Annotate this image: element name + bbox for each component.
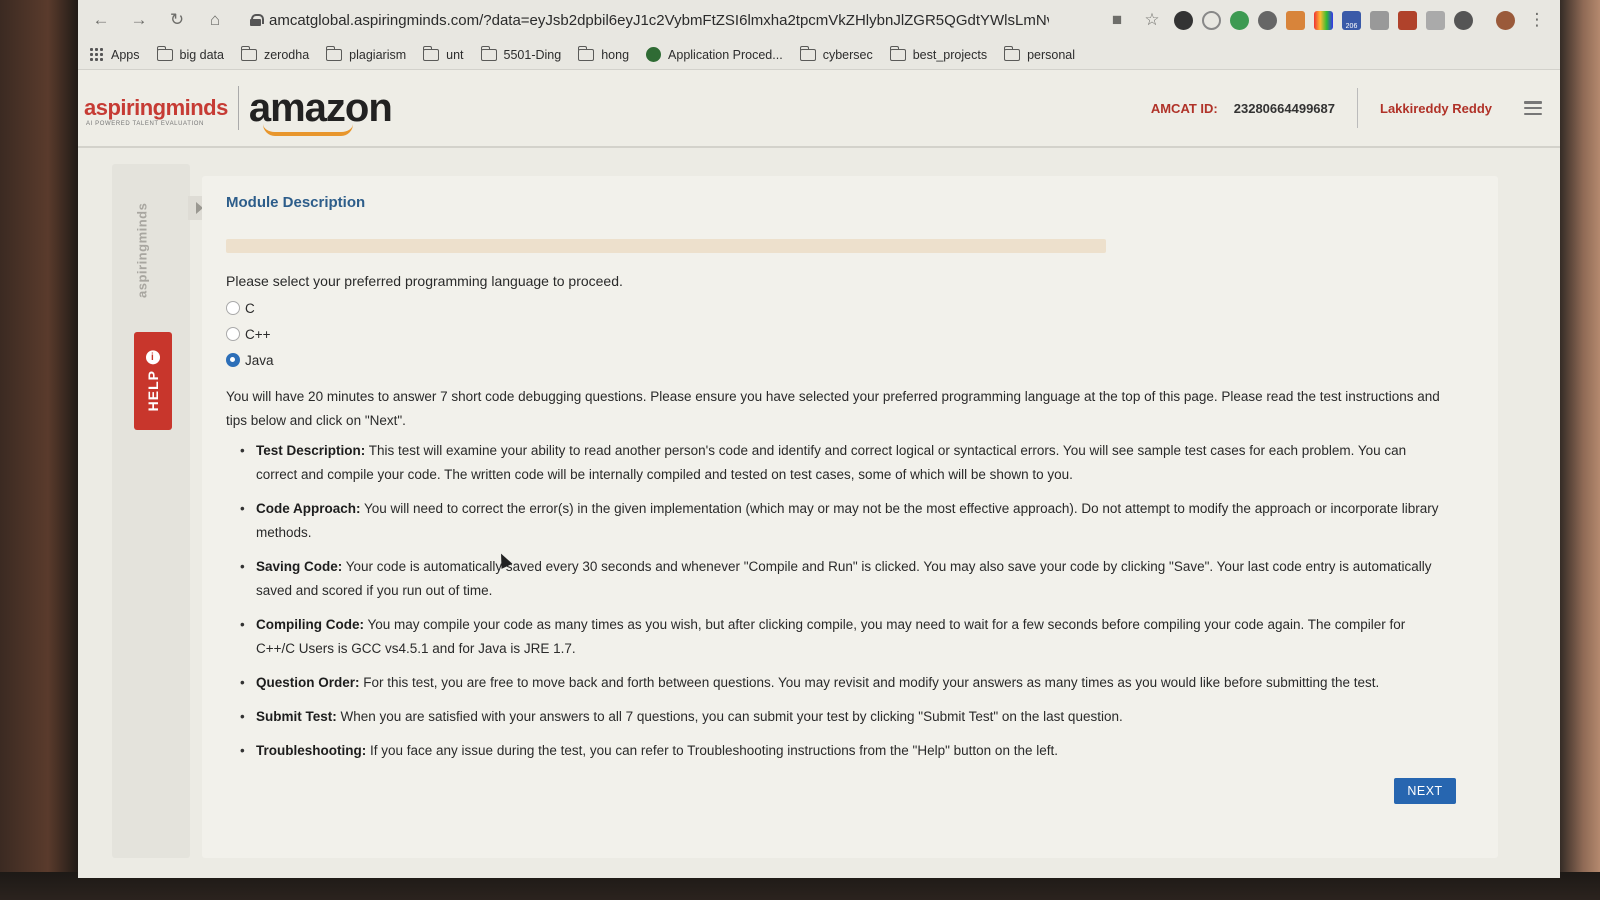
bookmark-folder[interactable]: big data — [156, 45, 224, 62]
amcat-id-label: AMCAT ID: — [1150, 100, 1218, 116]
forward-icon[interactable]: → — [126, 7, 152, 33]
radio-option-c[interactable]: C — [226, 295, 1474, 321]
header-user-info: AMCAT ID: 23280664499687 Lakkireddy Redd… — [1151, 88, 1560, 128]
tips-list: Test Description: This test will examine… — [226, 439, 1446, 763]
extension-icon[interactable] — [1398, 10, 1417, 30]
language-radio-group: C C++ Java — [226, 295, 1474, 373]
bookmarks-bar: Apps big data zerodha plagiarism unt 550… — [78, 40, 1560, 70]
folder-icon — [423, 45, 440, 61]
aspiringminds-logo: aspiringminds AI POWERED TALENT EVALUATI… — [84, 95, 228, 127]
folder-icon — [578, 45, 595, 61]
folder-icon — [1004, 45, 1021, 61]
side-rail: aspiringminds HELP i — [112, 164, 190, 858]
camera-icon[interactable]: ■ — [1104, 7, 1130, 33]
radio-button-selected[interactable] — [226, 353, 240, 367]
screen: ← → ↻ ⌂ amcatglobal.aspiringminds.com/?d… — [78, 0, 1560, 878]
folder-icon — [156, 45, 173, 61]
rail-brand-logo: aspiringminds — [134, 202, 150, 298]
apps-grid-icon — [90, 47, 104, 62]
help-label: HELP — [145, 370, 161, 412]
profile-avatar[interactable] — [1496, 10, 1515, 30]
extension-icon[interactable] — [1314, 10, 1333, 30]
radio-button[interactable] — [226, 327, 240, 341]
radio-option-cpp[interactable]: C++ — [226, 321, 1474, 347]
help-button[interactable]: HELP i — [134, 332, 172, 430]
list-item: Test Description: This test will examine… — [240, 439, 1446, 487]
folder-icon — [480, 45, 497, 61]
bookmark-link[interactable]: Application Proced... — [646, 47, 783, 62]
radio-option-java[interactable]: Java — [226, 347, 1474, 373]
amcat-id-value: 23280664499687 — [1233, 100, 1335, 116]
hamburger-menu-icon[interactable] — [1524, 101, 1542, 115]
extension-icon[interactable] — [1454, 10, 1473, 30]
photo-frame-right — [1558, 0, 1600, 900]
bookmark-folder[interactable]: 5501-Ding — [480, 45, 561, 62]
extension-icon[interactable] — [1258, 10, 1277, 30]
next-button[interactable]: NEXT — [1394, 778, 1456, 804]
list-item: Troubleshooting: If you face any issue d… — [240, 739, 1446, 763]
extension-icon[interactable] — [1370, 10, 1389, 30]
amazon-smile-icon — [262, 124, 353, 136]
folder-icon — [889, 45, 906, 61]
bookmark-folder[interactable]: hong — [578, 45, 629, 62]
page-title: Module Description — [226, 194, 366, 211]
bookmark-folder[interactable]: cybersec — [799, 45, 873, 62]
bookmark-folder[interactable]: zerodha — [240, 45, 309, 62]
folder-icon — [799, 45, 816, 61]
bookmark-folder[interactable]: plagiarism — [326, 45, 406, 62]
list-item: Submit Test: When you are satisfied with… — [240, 705, 1446, 729]
globe-icon — [646, 47, 662, 62]
list-item: Compiling Code: You may compile your cod… — [240, 613, 1446, 661]
bookmark-folder[interactable]: best_projects — [889, 45, 987, 62]
folder-icon — [326, 45, 343, 61]
list-item: Code Approach: You will need to correct … — [240, 497, 1446, 545]
url-text: amcatglobal.aspiringminds.com/?data=eyJs… — [269, 11, 1049, 29]
photo-frame-left — [0, 0, 80, 900]
radio-button[interactable] — [226, 301, 240, 315]
info-icon: i — [146, 350, 160, 365]
home-icon[interactable]: ⌂ — [202, 7, 228, 33]
language-prompt: Please select your preferred programming… — [226, 273, 623, 289]
logo-divider — [237, 86, 239, 130]
browser-toolbar: ← → ↻ ⌂ amcatglobal.aspiringminds.com/?d… — [78, 0, 1560, 40]
module-description-card: Module Description Please select your pr… — [202, 176, 1498, 858]
address-bar[interactable]: amcatglobal.aspiringminds.com/?data=eyJs… — [240, 5, 1092, 35]
bookmark-folder[interactable]: unt — [423, 45, 464, 62]
bookmark-folder[interactable]: personal — [1004, 45, 1075, 62]
header-divider — [1357, 88, 1358, 128]
extension-icon[interactable] — [1286, 10, 1305, 30]
user-name[interactable]: Lakkireddy Reddy — [1380, 101, 1492, 116]
extension-icon[interactable] — [1202, 10, 1221, 30]
instructions-intro: You will have 20 minutes to answer 7 sho… — [226, 389, 1440, 428]
folder-icon — [240, 45, 257, 61]
reload-icon[interactable]: ↻ — [164, 7, 190, 33]
progress-bar — [226, 239, 1106, 253]
extension-icon[interactable] — [1426, 10, 1445, 30]
list-item: Saving Code: Your code is automatically … — [240, 555, 1446, 603]
more-icon[interactable]: ⋮ — [1524, 7, 1550, 33]
amazon-logo: amazon — [249, 88, 393, 136]
site-header: aspiringminds AI POWERED TALENT EVALUATI… — [78, 70, 1560, 148]
back-icon[interactable]: ← — [88, 7, 114, 33]
extension-badge-icon[interactable]: 206 — [1342, 10, 1361, 30]
extension-icons: ■ ☆ 206 ⋮ — [1104, 7, 1550, 33]
star-icon[interactable]: ☆ — [1139, 7, 1165, 33]
bookmark-apps[interactable]: Apps — [90, 47, 140, 62]
grammarly-icon[interactable] — [1230, 10, 1249, 30]
lock-icon — [250, 14, 264, 26]
extension-icon[interactable] — [1174, 10, 1193, 30]
list-item: Question Order: For this test, you are f… — [240, 671, 1446, 695]
